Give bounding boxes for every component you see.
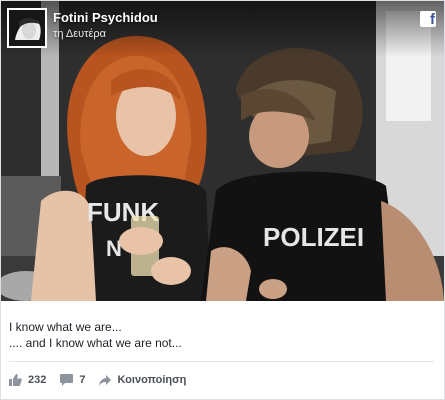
share-label: Κοινοποίηση (117, 374, 187, 386)
caption-line: .... and I know what we are not... (9, 336, 182, 350)
divider (9, 361, 434, 362)
shirt-right-text: POLIZEI (263, 222, 364, 252)
like-button[interactable]: 232 (9, 374, 46, 386)
post-timestamp[interactable]: τη Δευτέρα (53, 28, 106, 40)
comment-button[interactable]: 7 (60, 374, 85, 386)
facebook-post-card: FUNK N POLIZEI Fotini Psychidou τη Δευτέ… (0, 0, 445, 400)
comment-icon (60, 374, 74, 386)
avatar-image (9, 10, 45, 46)
author-name[interactable]: Fotini Psychidou (53, 10, 158, 25)
caption-line: I know what we are... (9, 320, 122, 334)
facebook-icon[interactable]: f (420, 11, 436, 27)
post-header: Fotini Psychidou τη Δευτέρα f (1, 1, 444, 57)
share-button[interactable]: Κοινοποίηση (99, 374, 186, 386)
like-count: 232 (28, 374, 47, 386)
share-arrow-icon (99, 374, 112, 386)
author-avatar[interactable] (7, 8, 47, 48)
post-caption: I know what we are... .... and I know wh… (9, 319, 429, 351)
post-photo[interactable]: FUNK N POLIZEI Fotini Psychidou τη Δευτέ… (1, 1, 444, 301)
post-actions: 232 7 Κοινοποίηση (9, 371, 200, 389)
comment-count: 7 (79, 374, 86, 386)
thumbs-up-icon (9, 374, 22, 386)
